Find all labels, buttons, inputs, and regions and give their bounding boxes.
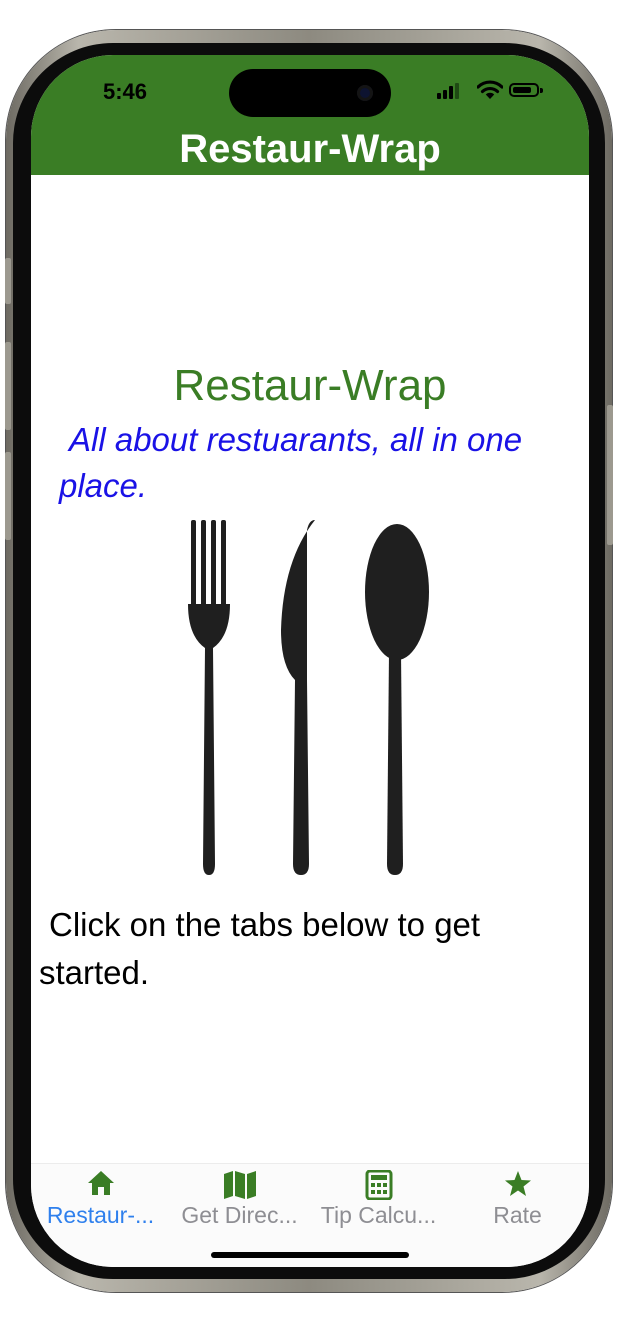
- screenshot-stage: 5:46 Restaur-Wrap Restaur-Wrap All about…: [0, 0, 630, 1320]
- tab-restaurants[interactable]: Restaur-...: [31, 1164, 170, 1234]
- tab-label-tip-calculator: Tip Calcu...: [320, 1202, 437, 1228]
- header-title: Restaur-Wrap: [179, 127, 441, 171]
- tagline: All about restuarants, all in one place.: [59, 421, 523, 504]
- dynamic-island: [229, 69, 391, 117]
- status-time: 5:46: [103, 79, 148, 104]
- tab-label-restaurants: Restaur-...: [46, 1202, 155, 1228]
- battery-cap: [540, 88, 543, 93]
- app-screen: 5:46 Restaur-Wrap Restaur-Wrap All about…: [31, 55, 589, 1267]
- status-icons: [433, 80, 553, 101]
- house-icon: [87, 1171, 114, 1195]
- cellular-signal-icon: [433, 81, 463, 99]
- app-header: 5:46 Restaur-Wrap: [31, 55, 589, 175]
- volume-up-button: [5, 342, 11, 430]
- knife-icon: [281, 520, 315, 875]
- wifi-icon: [477, 80, 503, 99]
- fork-knife-spoon-icon: [188, 520, 429, 875]
- tab-bar: Restaur-... Get Direc... Tip Calcu... Ra…: [31, 1163, 589, 1267]
- fork-icon: [188, 520, 230, 875]
- tab-label-rate: Rate: [493, 1202, 542, 1228]
- battery-icon: [509, 83, 539, 97]
- instructions-text: Click on the tabs below to get started.: [39, 906, 481, 991]
- tab-rate[interactable]: Rate: [448, 1164, 587, 1234]
- tab-label-get-directions: Get Direc...: [181, 1202, 298, 1228]
- map-icon: [223, 1171, 256, 1199]
- home-indicator[interactable]: [211, 1252, 409, 1258]
- page-title: Restaur-Wrap: [173, 361, 447, 410]
- power-button: [607, 405, 613, 545]
- tab-tip-calculator[interactable]: Tip Calcu...: [309, 1164, 448, 1234]
- calculator-icon: [365, 1170, 392, 1200]
- star-icon: [504, 1171, 531, 1196]
- front-camera: [357, 85, 373, 101]
- tab-get-directions[interactable]: Get Direc...: [170, 1164, 309, 1234]
- action-button: [5, 258, 11, 304]
- volume-down-button: [5, 452, 11, 540]
- spoon-icon: [365, 524, 429, 875]
